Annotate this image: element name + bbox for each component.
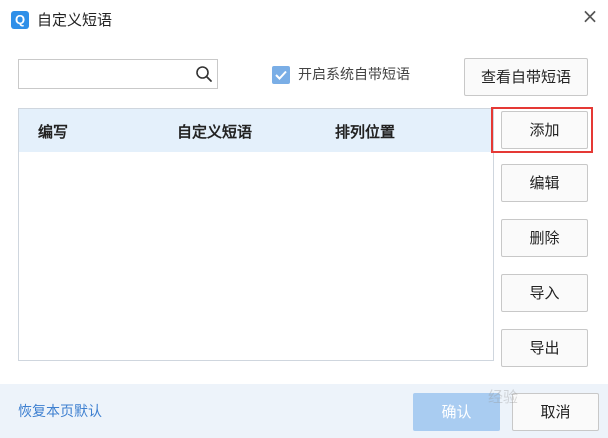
app-logo-icon: Q (11, 11, 29, 29)
export-button[interactable]: 导出 (501, 329, 588, 367)
view-builtin-phrases-button[interactable]: 查看自带短语 (464, 58, 588, 96)
phrase-list[interactable]: 编写 自定义短语 排列位置 (18, 108, 494, 361)
checkmark-icon (275, 70, 287, 80)
search-input[interactable] (23, 63, 193, 87)
confirm-button[interactable]: 确认 (413, 393, 500, 431)
delete-button[interactable]: 删除 (501, 219, 588, 257)
add-button[interactable]: 添加 (501, 111, 588, 149)
system-phrases-label[interactable]: 开启系统自带短语 (298, 64, 410, 86)
edit-button[interactable]: 编辑 (501, 164, 588, 202)
close-button[interactable]: × (578, 4, 602, 28)
column-header-abbreviation: 编写 (38, 123, 69, 141)
list-header: 编写 自定义短语 排列位置 (19, 109, 493, 152)
search-field[interactable] (18, 59, 218, 89)
column-header-custom-phrase: 自定义短语 (177, 123, 253, 141)
title-bar: Q 自定义短语 × (0, 0, 608, 40)
footer-bar: 恢复本页默认 确认 取消 (0, 384, 608, 438)
restore-defaults-link[interactable]: 恢复本页默认 (18, 401, 102, 421)
window-title: 自定义短语 (37, 11, 113, 29)
import-button[interactable]: 导入 (501, 274, 588, 312)
column-header-position: 排列位置 (335, 123, 396, 141)
search-icon[interactable] (195, 65, 213, 83)
system-phrases-checkbox[interactable] (272, 66, 290, 84)
cancel-button[interactable]: 取消 (512, 393, 599, 431)
